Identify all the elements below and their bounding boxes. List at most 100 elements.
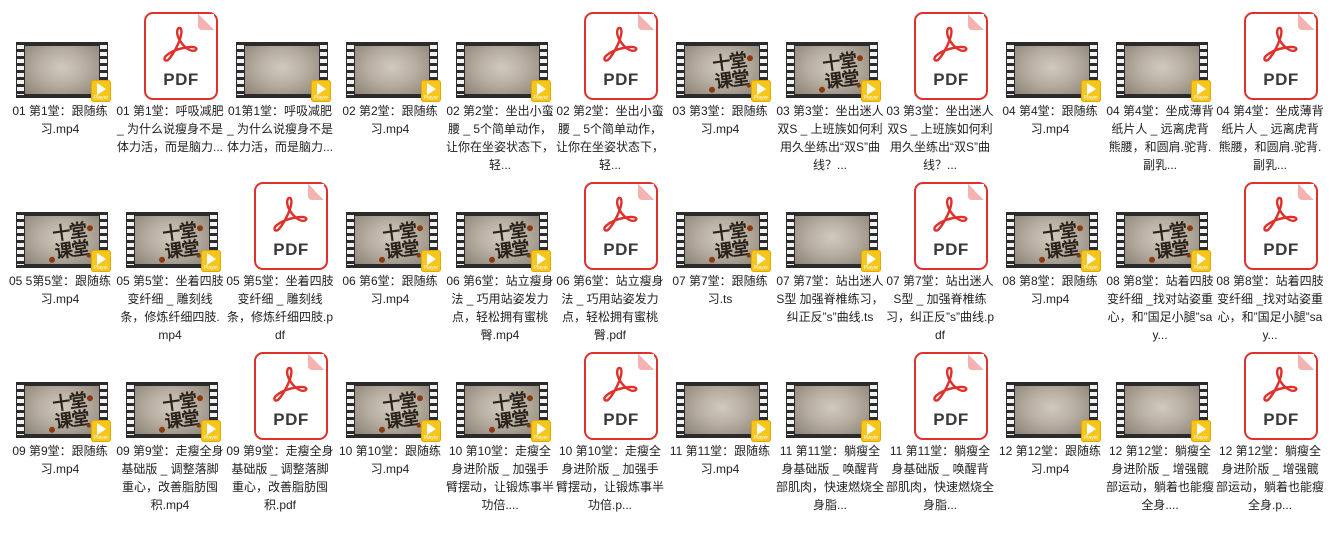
player-badge-icon: Player [311, 80, 331, 102]
pdf-icon-text: PDF [1263, 240, 1299, 259]
pdf-file-item[interactable]: PDF 08 第8堂：站着四肢变纤细 _找对站姿重心，和”国足小腿”say... [1214, 178, 1324, 348]
video-file-item[interactable]: 十堂 课堂 Player 10 第10堂：走瘦全身进阶版 _ 加强手臂摆动，让锻炼事半… [444, 348, 554, 518]
pdf-file-item[interactable]: PDF 12 第12堂：躺瘦全身进阶版 _ 增强髋部运动，躺着也能瘦全身.p... [1214, 348, 1325, 518]
video-file-item[interactable]: 十堂 课堂 Player 08 第8堂：站着四肢变纤细 _找对站姿重心，和”国足小腿”… [1104, 178, 1214, 348]
pdf-file-item[interactable]: PDF 03 第3堂：坐出迷人双S _ 上班族如何利用久坐练出“双S”曲线？... [884, 8, 994, 178]
file-thumbnail: Player [334, 8, 442, 102]
file-name-label: 01第1堂：呼吸减肥 _ 为什么说瘦身不是体力活，而是脑力... [226, 104, 333, 154]
pdf-file-icon: PDF [584, 352, 658, 440]
player-badge-label: Player [313, 95, 329, 101]
video-file-item[interactable]: Player 04 第4堂：跟随练习.mp4 [994, 8, 1102, 178]
play-icon [1197, 253, 1206, 265]
file-name-label: 11 第11堂：躺瘦全身基础版 _ 唤醒背部肌肉，快速燃烧全身脂... [776, 444, 885, 512]
player-badge-label: Player [1083, 435, 1099, 441]
file-thumbnail: 十堂 课堂 Player [994, 178, 1102, 272]
pdf-file-item[interactable]: PDF 02 第2堂：坐出小蛮腰 _ 5个简单动作，让你在坐姿状态下，轻... [554, 8, 664, 178]
play-icon [427, 253, 436, 265]
pdf-file-item[interactable]: PDF 01 第1堂：呼吸减肥 _ 为什么说瘦身不是体力活，而是脑力... [114, 8, 224, 178]
play-icon [207, 423, 216, 435]
file-thumbnail: Player [1104, 348, 1212, 442]
file-thumbnail: 十堂 课堂 Player [4, 178, 112, 272]
acrobat-logo-icon [1263, 26, 1298, 62]
video-file-item[interactable]: 十堂 课堂 Player 09 第9堂：跟随练习.mp4 [4, 348, 112, 518]
acrobat-logo-icon [603, 26, 638, 62]
video-file-item[interactable]: Player 02 第2堂：跟随练习.mp4 [334, 8, 442, 178]
player-badge-label: Player [423, 95, 439, 101]
file-thumbnail: 十堂 课堂 Player [114, 178, 222, 272]
pdf-file-item[interactable]: PDF 07 第7堂：站出迷人S型 _ 加强脊椎练习，纠正反”s”曲线.pdf [884, 178, 994, 348]
video-film-icon: 十堂 课堂 Player [346, 212, 441, 272]
video-film-icon: Player [1006, 42, 1101, 102]
player-badge-label: Player [1193, 265, 1209, 271]
pdf-file-item[interactable]: PDF 06 第6堂：站立瘦身法 _ 巧用站姿发力点，轻松拥有蜜桃臀.pdf [554, 178, 664, 348]
video-file-item[interactable]: 十堂 课堂 Player 03 第3堂：坐出迷人双S _ 上班族如何利用久坐练出“双S… [774, 8, 884, 178]
video-film-icon: 十堂 课堂 Player [346, 382, 441, 442]
video-file-item[interactable]: 十堂 课堂 Player 09 第9堂：走瘦全身基础版 _ 调整落脚重心，改善脂肪囤积… [114, 348, 224, 518]
video-file-item[interactable]: 十堂 课堂 Player 10 第10堂：跟随练习.mp4 [334, 348, 442, 518]
player-badge-label: Player [1193, 435, 1209, 441]
pdf-file-icon: PDF [254, 182, 328, 270]
video-file-item[interactable]: Player 02 第2堂：坐出小蛮腰 _ 5个简单动作，让你在坐姿状态下，轻..… [444, 8, 554, 178]
file-thumbnail: 十堂 课堂 Player [444, 348, 552, 442]
file-thumbnail: Player [1104, 8, 1212, 102]
pdf-file-item[interactable]: PDF 10 第10堂：走瘦全身进阶版 _ 加强手臂摆动，让锻炼事半功倍.p... [554, 348, 664, 518]
play-icon [757, 423, 766, 435]
video-file-item[interactable]: 十堂 课堂 Player 06 第6堂：站立瘦身法 _ 巧用站姿发力点，轻松拥有蜜桃臀… [444, 178, 554, 348]
player-badge-label: Player [1193, 95, 1209, 101]
play-icon [867, 253, 876, 265]
player-badge-label: Player [863, 265, 879, 271]
player-badge-label: Player [533, 95, 549, 101]
file-name-label: 07 第7堂：站出迷人S型 加强脊椎练习，纠正反”s”曲线.ts [776, 274, 884, 324]
player-badge-icon: Player [861, 250, 881, 272]
video-film-icon: 十堂 课堂 Player [16, 382, 111, 442]
video-file-item[interactable]: Player 12 第12堂：躺瘦全身进阶版 _ 增强髋部运动，躺着也能瘦全身..… [1104, 348, 1214, 518]
video-file-item[interactable]: Player 11 第11堂：跟随练习.mp4 [664, 348, 772, 518]
file-thumbnail: 十堂 课堂 Player [4, 348, 112, 442]
file-grid: Player 01 第1堂：跟随练习.mp4 PDF 01 第1堂：呼吸减肥 _ 为什… [0, 0, 1334, 554]
file-thumbnail: 十堂 课堂 Player [114, 348, 222, 442]
video-file-item[interactable]: 十堂 课堂 Player 07 第7堂：跟随练习.ts [664, 178, 772, 348]
file-name-label: 09 第9堂：跟随练习.mp4 [12, 444, 108, 476]
file-name-label: 08 第8堂：跟随练习.mp4 [1002, 274, 1098, 306]
video-file-item[interactable]: 十堂 课堂 Player 03 第3堂：跟随练习.mp4 [664, 8, 772, 178]
video-file-item[interactable]: 十堂 课堂 Player 08 第8堂：跟随练习.mp4 [994, 178, 1102, 348]
pdf-file-item[interactable]: PDF 11 第11堂：躺瘦全身基础版 _ 唤醒背部肌肉，快速燃烧全身脂... [884, 348, 994, 518]
video-film-icon: 十堂 课堂 Player [456, 382, 551, 442]
pdf-file-icon: PDF [1244, 182, 1318, 270]
video-file-item[interactable]: Player 07 第7堂：站出迷人S型 加强脊椎练习，纠正反”s”曲线.ts [774, 178, 884, 348]
video-file-item[interactable]: Player 11 第11堂：躺瘦全身基础版 _ 唤醒背部肌肉，快速燃烧全身脂..… [774, 348, 885, 518]
play-icon [757, 83, 766, 95]
video-file-item[interactable]: Player 12 第12堂：跟随练习.mp4 [994, 348, 1102, 518]
video-file-item[interactable]: 十堂 课堂 Player 06 第6堂：跟随练习.mp4 [334, 178, 442, 348]
player-badge-icon: Player [531, 420, 551, 442]
file-thumbnail: 十堂 课堂 Player [664, 8, 772, 102]
file-thumbnail: 十堂 课堂 Player [664, 178, 772, 272]
video-file-item[interactable]: Player 04 第4堂：坐成薄背纸片人 _ 远离虎背熊腰，和圆肩.驼背.副乳.… [1104, 8, 1214, 178]
video-film-icon: 十堂 课堂 Player [456, 212, 551, 272]
video-file-item[interactable]: Player 01 第1堂：跟随练习.mp4 [4, 8, 112, 178]
file-name-label: 09 第9堂：走瘦全身基础版 _ 调整落脚重心，改善脂肪囤积.mp4 [116, 444, 224, 512]
pdf-file-icon: PDF [914, 12, 988, 100]
player-badge-icon: Player [91, 420, 111, 442]
file-thumbnail: PDF [1214, 178, 1322, 270]
player-badge-icon: Player [1081, 420, 1101, 442]
video-file-item[interactable]: 十堂 课堂 Player 05 第5堂：坐着四肢变纤细 _ 雕刻线条，修炼纤细四肢.m… [114, 178, 224, 348]
file-thumbnail: 十堂 课堂 Player [774, 8, 882, 102]
acrobat-logo-icon [1263, 196, 1298, 232]
pdf-icon-text: PDF [603, 70, 639, 89]
player-badge-label: Player [93, 435, 109, 441]
video-film-icon: Player [1116, 382, 1211, 442]
file-name-label: 12 第12堂：躺瘦全身进阶版 _ 增强髋部运动，躺着也能瘦全身.p... [1216, 444, 1325, 512]
pdf-file-icon: PDF [914, 182, 988, 270]
pdf-file-icon: PDF [584, 182, 658, 270]
file-name-label: 07 第7堂：跟随练习.ts [672, 274, 768, 306]
video-file-item[interactable]: 十堂 课堂 Player 05 5第5堂：跟随练习.mp4 [4, 178, 112, 348]
pdf-file-item[interactable]: PDF 04 第4堂：坐成薄背纸片人 _ 远离虎背熊腰，和圆肩.驼背.副乳... [1214, 8, 1324, 178]
file-thumbnail: Player [994, 8, 1102, 102]
pdf-file-item[interactable]: PDF 09 第9堂：走瘦全身基础版 _ 调整落脚重心，改善脂肪囤积.pdf [224, 348, 334, 518]
pdf-file-item[interactable]: PDF 05 第5堂：坐着四肢变纤细 _ 雕刻线条，修炼纤细四肢.pdf [224, 178, 334, 348]
player-badge-label: Player [753, 95, 769, 101]
pdf-file-icon: PDF [144, 12, 218, 100]
play-icon [207, 253, 216, 265]
video-file-item[interactable]: Player 01第1堂：呼吸减肥 _ 为什么说瘦身不是体力活，而是脑力... [224, 8, 333, 178]
